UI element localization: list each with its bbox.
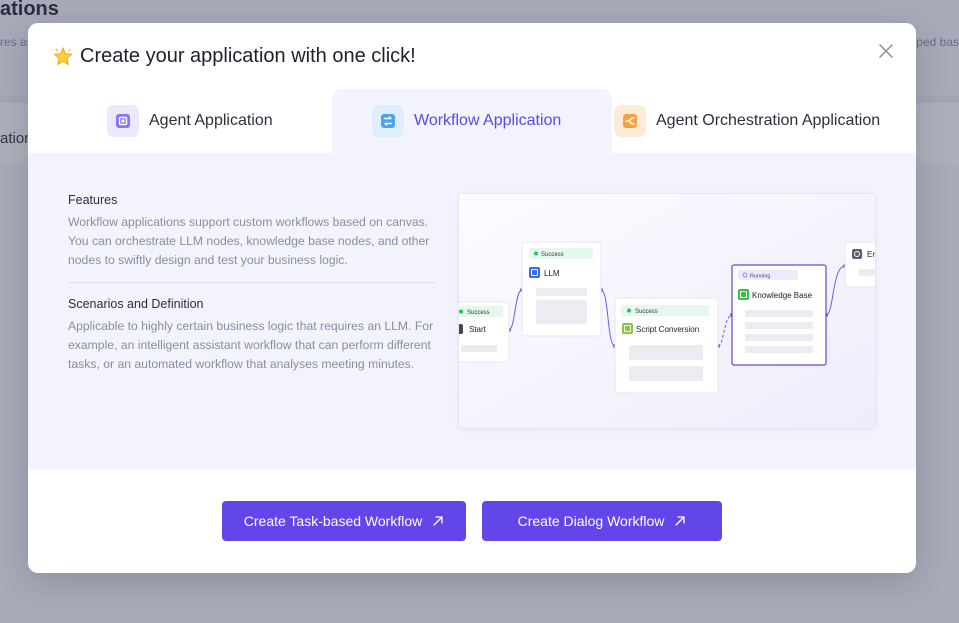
create-dialog-workflow-button[interactable]: Create Dialog Workflow (482, 501, 722, 541)
description-section: Features Workflow applications support c… (68, 193, 436, 374)
star-icon (52, 46, 74, 68)
kb-node-status: Running (750, 274, 771, 280)
end-node-label: Er (867, 250, 875, 259)
features-title: Features (68, 193, 118, 207)
close-button[interactable] (876, 41, 896, 61)
button-label: Create Dialog Workflow (517, 513, 665, 529)
tab-label: Agent Orchestration Application (656, 112, 881, 129)
tab-agent-orchestration-application[interactable]: Agent Orchestration Application (614, 89, 880, 153)
start-node-status: Success (467, 310, 490, 316)
orchestration-icon (614, 105, 646, 137)
tab-label: Agent Application (149, 112, 273, 129)
tab-content-panel: Features Workflow applications support c… (28, 153, 916, 469)
tab-workflow-application[interactable]: Workflow Application (332, 89, 612, 153)
llm-node-status: Success (541, 252, 564, 258)
llm-node-label: LLM (544, 269, 560, 278)
script-node-status: Success (635, 309, 658, 315)
button-label: Create Task-based Workflow (243, 513, 423, 529)
close-icon (879, 44, 893, 58)
end-node: Er (844, 241, 875, 288)
start-node: Success Start (459, 301, 510, 363)
create-task-based-workflow-button[interactable]: Create Task-based Workflow (222, 501, 466, 541)
scenarios-title: Scenarios and Definition (68, 297, 204, 311)
agent-icon (107, 105, 139, 137)
kb-node-label: Knowledge Base (752, 291, 813, 300)
start-node-label: Start (469, 325, 487, 334)
create-application-modal: Create your application with one click! … (28, 23, 916, 573)
external-arrow-icon (674, 515, 686, 527)
application-type-tabs: Agent Application Workflow Application A… (28, 89, 916, 153)
scenarios-text: Applicable to highly certain business lo… (68, 319, 434, 371)
llm-node: Success LLM (521, 241, 602, 337)
section-divider (68, 282, 436, 283)
modal-title: Create your application with one click! (80, 45, 416, 67)
knowledge-base-node: Running Knowledge Base (731, 264, 827, 366)
script-conversion-node: Success Script Conversion (614, 297, 719, 394)
workflow-preview-image: Success Start Success LLM Success Script… (458, 193, 876, 429)
features-text: Workflow applications support custom wor… (68, 215, 430, 267)
tab-agent-application[interactable]: Agent Application (107, 89, 273, 153)
script-node-label: Script Conversion (636, 325, 699, 334)
workflow-icon (372, 105, 404, 137)
external-arrow-icon (432, 515, 444, 527)
tab-label: Workflow Application (414, 112, 562, 129)
modal-header: Create your application with one click! (52, 45, 416, 68)
